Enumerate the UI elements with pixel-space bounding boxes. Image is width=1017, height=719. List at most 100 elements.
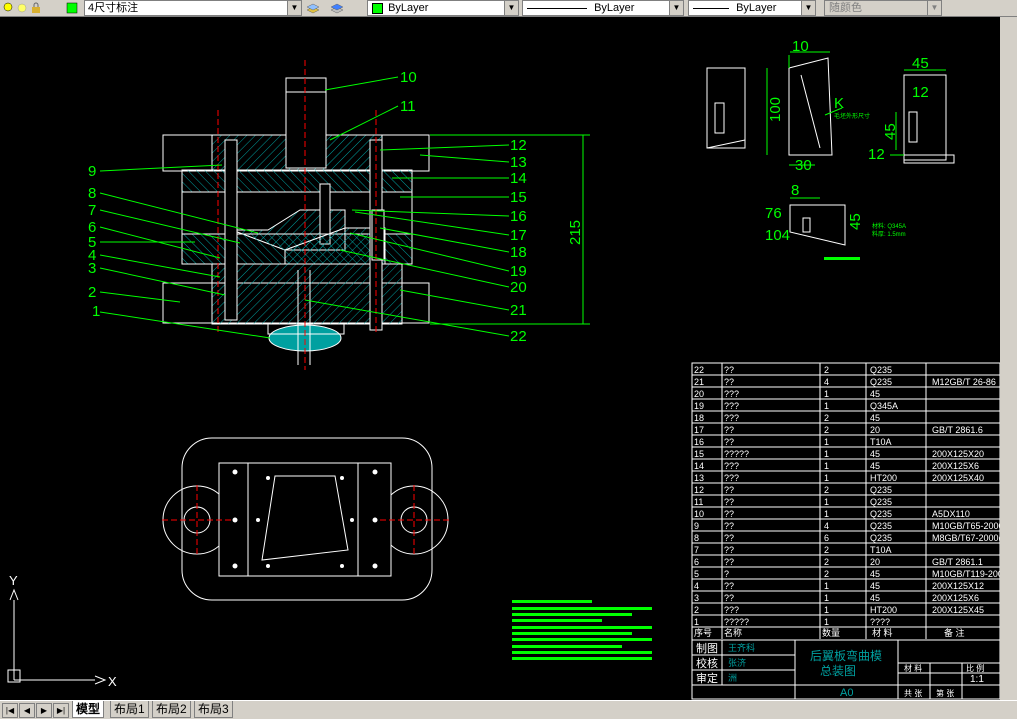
bom-cell: ??	[724, 425, 734, 435]
bom-cell: ??	[724, 521, 734, 531]
sun-icon[interactable]	[16, 1, 28, 13]
bom-cell: ??	[724, 377, 734, 387]
bom-cell: 4	[824, 377, 829, 387]
bom-cell: ??	[724, 533, 734, 543]
color-dropdown[interactable]: ByLayer ▼	[367, 0, 519, 16]
dim-12: 12	[912, 84, 929, 101]
technical-requirements	[512, 600, 652, 660]
dim-100: 100	[767, 97, 784, 122]
chevron-down-icon[interactable]: ▼	[504, 1, 518, 15]
bom-cell: 2	[824, 425, 829, 435]
layer-dropdown[interactable]: 4尺寸标注 ▼	[84, 0, 302, 16]
last-tab-button[interactable]: ▶|	[53, 703, 69, 718]
balloon-20: 20	[510, 279, 527, 296]
bom-cell: 10	[694, 509, 704, 519]
bom-cell: 20	[694, 389, 704, 399]
lock-icon[interactable]	[30, 1, 42, 13]
lineweight-dropdown[interactable]: ByLayer ▼	[688, 0, 816, 16]
chevron-down-icon[interactable]: ▼	[801, 1, 815, 15]
bom-cell: 45	[870, 581, 880, 591]
bom-cell: 8	[694, 533, 699, 543]
bom-cell: 1	[824, 605, 829, 615]
bom-cell: ???	[724, 413, 739, 423]
next-tab-button[interactable]: ▶	[36, 703, 52, 718]
bom-cell: 1	[824, 437, 829, 447]
header-material: 材 料	[872, 627, 893, 638]
part-dimensions: 10 100 30 K 毛坯外形尺寸 45 12 45 12 8 76 104 …	[765, 38, 946, 260]
ucs-x: X	[108, 674, 117, 689]
draw-label: 制图	[696, 642, 718, 655]
bom-cell: 1	[824, 593, 829, 603]
bom-cell: 45	[870, 593, 880, 603]
bom-cell: 7	[694, 545, 699, 555]
balloon-1: 1	[92, 303, 100, 320]
layer-previous-icon[interactable]	[330, 1, 344, 14]
balloon-21: 21	[510, 302, 527, 319]
bom-cell: 17	[694, 425, 704, 435]
tab-model[interactable]: 模型	[72, 701, 105, 718]
bom-cell: 200X125X40	[932, 473, 984, 483]
chevron-down-icon[interactable]: ▼	[669, 1, 683, 15]
bom-cell: GB/T 2861.1	[932, 557, 983, 567]
bom-cell: ????	[870, 617, 890, 627]
plotstyle-dropdown[interactable]: 随颜色 ▼	[824, 0, 942, 16]
tab-layout3[interactable]: 布局3	[194, 701, 233, 718]
bom-cell: 16	[694, 437, 704, 447]
bom-cell: T10A	[870, 437, 892, 447]
dim-45-top: 45	[912, 55, 929, 72]
balloon-11: 11	[400, 98, 416, 115]
bom-cell: 2	[694, 605, 699, 615]
bom-cell: 19	[694, 401, 704, 411]
bom-cell: HT200	[870, 605, 897, 615]
dim-k: K	[834, 95, 844, 112]
dim-45-side: 45	[882, 123, 899, 140]
layer-color-icon[interactable]	[66, 1, 78, 14]
prev-tab-button[interactable]: ◀	[19, 703, 35, 718]
bom-cell: 18	[694, 413, 704, 423]
bom-cell: 200X125X6	[932, 593, 979, 603]
sheet-size: A0	[840, 687, 853, 699]
balloon-13: 13	[510, 154, 527, 171]
balloon-19: 19	[510, 263, 527, 280]
bom-cell: 4	[694, 581, 699, 591]
dim-10: 10	[792, 38, 809, 55]
dim-76: 76	[765, 205, 782, 222]
drawing-canvas[interactable]: 9 8 7 6 5 4 3 2 1 10 11 12 13 14 15 16 1…	[0, 17, 1000, 700]
bom-cell: ??	[724, 557, 734, 567]
material-note-2: 料厚: 1.5mm	[872, 230, 906, 238]
tab-layout2[interactable]: 布局2	[152, 701, 191, 718]
layer-manager-icon[interactable]	[306, 1, 320, 14]
bom-cell: ??	[724, 545, 734, 555]
balloon-2: 2	[88, 284, 96, 301]
bom-cell: 6	[824, 533, 829, 543]
balloon-17: 17	[510, 227, 527, 244]
bulb-icon[interactable]	[2, 1, 14, 13]
chevron-down-icon[interactable]: ▼	[927, 1, 941, 15]
bom-cell: Q345A	[870, 401, 898, 411]
balloon-8: 8	[88, 185, 96, 202]
tab-layout1[interactable]: 布局1	[110, 701, 149, 718]
balloon-3: 3	[88, 260, 96, 277]
balloon-14: 14	[510, 170, 527, 187]
vertical-scrollbar[interactable]	[1000, 17, 1017, 700]
bom-cell: HT200	[870, 473, 897, 483]
dim-215: 215	[567, 220, 584, 245]
ucs-icon: Y X	[7, 573, 117, 689]
bom-cell: 1	[824, 389, 829, 399]
bom-cell: 12	[694, 485, 704, 495]
first-tab-button[interactable]: |◀	[2, 703, 18, 718]
bom-cell: 2	[824, 569, 829, 579]
bom-cell: ???	[724, 605, 739, 615]
bom-cell: 14	[694, 461, 704, 471]
bom-cell: Q235	[870, 521, 892, 531]
drawing-title-2: 总装图	[820, 664, 856, 678]
bom-cell: ?????	[724, 449, 749, 459]
linetype-dropdown[interactable]: ByLayer ▼	[522, 0, 684, 16]
bom-cell: 20	[870, 425, 880, 435]
header-name: 名称	[724, 627, 742, 638]
approve-name: 洲	[728, 673, 737, 683]
chevron-down-icon[interactable]: ▼	[287, 1, 301, 15]
material-label: 材 料	[904, 663, 922, 673]
header-note: 备 注	[944, 627, 965, 638]
bom-cell: 3	[694, 593, 699, 603]
